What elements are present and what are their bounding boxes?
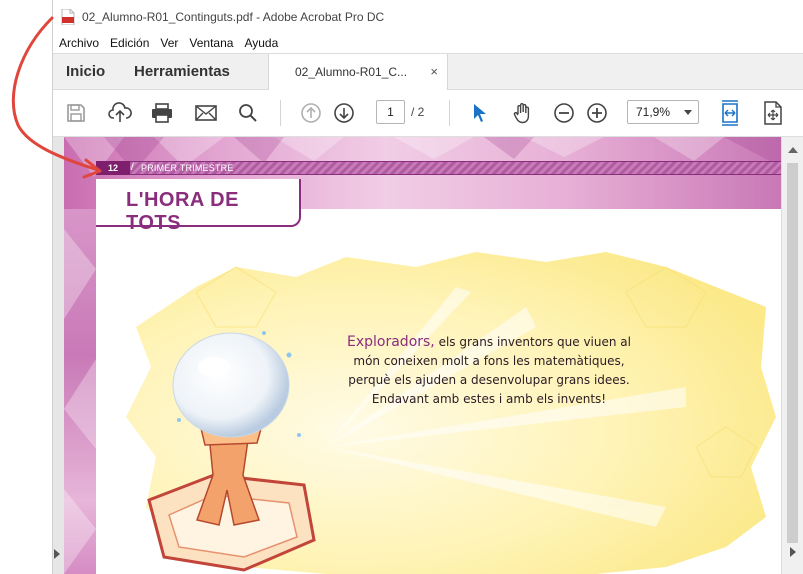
- upload-icon[interactable]: [106, 99, 134, 127]
- zoom-value: 71,9%: [636, 105, 671, 119]
- zoom-in-icon[interactable]: [583, 99, 611, 127]
- pdf-file-icon: [61, 8, 75, 25]
- page-up-icon[interactable]: [297, 99, 325, 127]
- strip-divider: /: [131, 162, 134, 173]
- title-bar: 02_Alumno-R01_Continguts.pdf - Adobe Acr…: [53, 0, 803, 33]
- window-title: 02_Alumno-R01_Continguts.pdf - Adobe Acr…: [82, 9, 385, 24]
- hand-tool-icon[interactable]: [509, 99, 537, 127]
- crystal-border-left: [64, 209, 96, 574]
- page-total: / 2: [411, 105, 425, 119]
- save-icon[interactable]: [62, 99, 90, 127]
- tab-bar: Inicio Herramientas 02_Alumno-R01_C... ×: [53, 53, 803, 90]
- scroll-thumb[interactable]: [787, 163, 798, 543]
- menu-edicion[interactable]: Edición: [110, 36, 149, 50]
- title-card: L'HORA DE TOTS: [96, 179, 301, 234]
- email-icon[interactable]: [192, 99, 220, 127]
- menu-ventana[interactable]: Ventana: [189, 36, 233, 50]
- chevron-down-icon: [684, 110, 692, 115]
- section-strip: 12 / PRIMER TRIMESTRE: [96, 161, 781, 175]
- expand-left-panel-icon[interactable]: [54, 549, 60, 559]
- section-label: PRIMER TRIMESTRE: [141, 163, 234, 173]
- search-icon[interactable]: [234, 99, 262, 127]
- page-title: L'HORA DE TOTS: [126, 189, 239, 234]
- pdf-page: 12 / PRIMER TRIMESTRE L'HORA DE TOTS Exp…: [64, 137, 781, 574]
- tab-inicio[interactable]: Inicio: [66, 63, 105, 80]
- page-number-label: 12: [96, 161, 130, 175]
- tab-document-label: 02_Alumno-R01_C...: [295, 65, 408, 79]
- scroll-up-icon[interactable]: [788, 147, 798, 153]
- close-tab-button[interactable]: ×: [430, 64, 438, 79]
- intro-paragraph: Exploradors, els grans inventors que viu…: [344, 333, 634, 409]
- document-viewer[interactable]: 12 / PRIMER TRIMESTRE L'HORA DE TOTS Exp…: [53, 137, 803, 574]
- vertical-scrollbar[interactable]: [781, 137, 803, 574]
- menu-archivo[interactable]: Archivo: [59, 36, 99, 50]
- fit-width-icon[interactable]: [716, 99, 744, 127]
- print-icon[interactable]: [148, 99, 176, 127]
- expand-right-panel-icon[interactable]: [790, 547, 796, 557]
- intro-lead: Exploradors,: [347, 334, 435, 350]
- toolbar-separator: [280, 100, 281, 126]
- zoom-out-icon[interactable]: [550, 99, 578, 127]
- tab-herramientas[interactable]: Herramientas: [134, 63, 230, 80]
- menu-ver[interactable]: Ver: [160, 36, 178, 50]
- menu-ayuda[interactable]: Ayuda: [244, 36, 278, 50]
- menu-bar: Archivo Edición Ver Ventana Ayuda: [53, 33, 803, 53]
- toolbar-separator: [449, 100, 450, 126]
- page-down-icon[interactable]: [330, 99, 358, 127]
- zoom-dropdown[interactable]: 71,9%: [627, 100, 699, 124]
- tab-document[interactable]: 02_Alumno-R01_C... ×: [268, 54, 448, 90]
- select-cursor-icon[interactable]: [466, 99, 494, 127]
- page-number-input[interactable]: 1: [376, 100, 405, 124]
- toolbar: 1 / 2 71,9%: [53, 90, 803, 137]
- page-tools-icon[interactable]: [759, 99, 787, 127]
- outside-area: [0, 0, 52, 574]
- crystal-globe-illustration: [147, 331, 316, 572]
